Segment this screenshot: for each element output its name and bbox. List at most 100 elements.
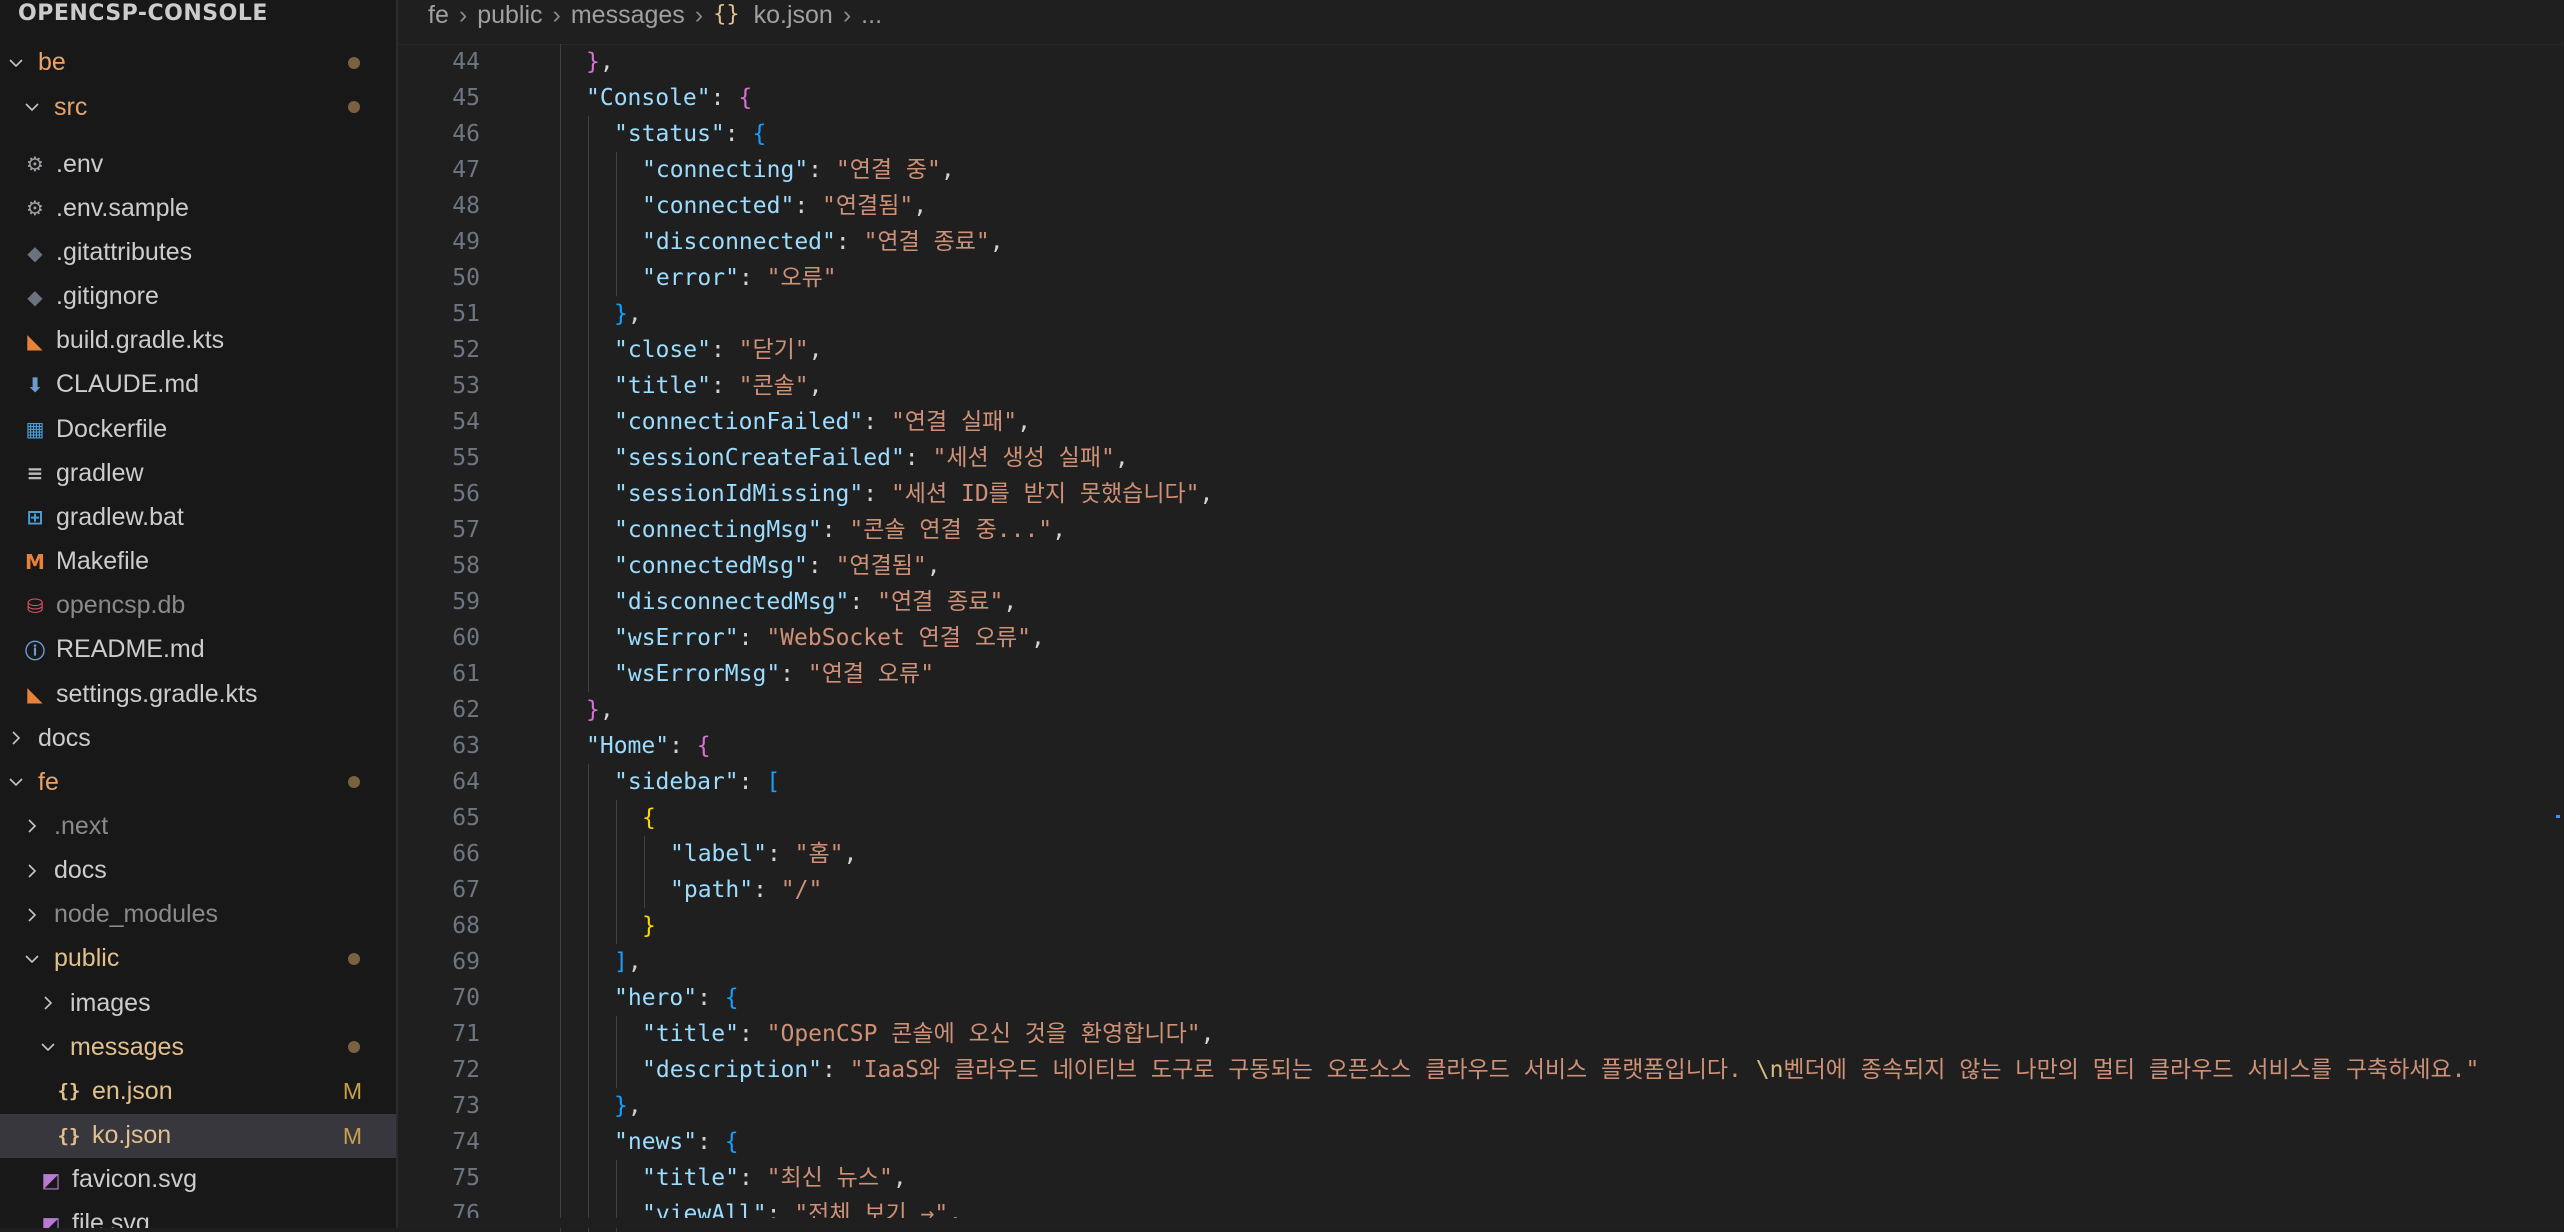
code-text: "connectingMsg": "콘솔 연결 중...", bbox=[614, 512, 1066, 548]
code-line[interactable]: 51}, bbox=[398, 296, 2558, 332]
folder-item[interactable]: node_modules bbox=[0, 893, 396, 937]
code-line[interactable]: 56 "sessionIdMissing": "세션 ID를 받지 못했습니다", bbox=[398, 476, 2558, 512]
folder-item[interactable]: messages bbox=[0, 1025, 396, 1069]
code-line[interactable]: 75 "title": "최신 뉴스", bbox=[398, 1160, 2558, 1196]
code-line[interactable]: 67 "path": "/" bbox=[398, 872, 2558, 908]
chevron-right-icon[interactable] bbox=[8, 730, 24, 746]
indent-guide bbox=[560, 80, 561, 116]
code-line[interactable]: 64 "sidebar": [ bbox=[398, 764, 2558, 800]
kotlin-icon: ◣ bbox=[27, 682, 43, 707]
breadcrumb-fe[interactable]: fe bbox=[428, 0, 449, 30]
chevron-right-icon[interactable] bbox=[40, 995, 56, 1011]
file-item[interactable]: {} en.json M bbox=[0, 1069, 396, 1113]
code-token: "OpenCSP 콘솔에 오신 것을 환영합니다" bbox=[766, 1021, 1201, 1047]
indent-guide bbox=[560, 224, 561, 260]
file-item[interactable]: ⓘ README.md bbox=[0, 628, 396, 672]
code-line[interactable]: 48 "connected": "연결됨", bbox=[398, 188, 2558, 224]
horizontal-scrollbar[interactable] bbox=[398, 1218, 2564, 1228]
indent-guide bbox=[616, 1016, 617, 1052]
file-item[interactable]: ≡ gradlew bbox=[0, 451, 396, 495]
chevron-down-icon[interactable] bbox=[24, 951, 40, 967]
chevron-right-icon[interactable] bbox=[24, 907, 40, 923]
folder-item[interactable]: docs bbox=[0, 716, 396, 760]
code-line[interactable]: 74 "news": { bbox=[398, 1124, 2558, 1160]
code-line[interactable]: 47 "connecting": "연결 중", bbox=[398, 152, 2558, 188]
indent-guide bbox=[588, 1160, 589, 1196]
code-line[interactable]: 57 "connectingMsg": "콘솔 연결 중...", bbox=[398, 512, 2558, 548]
file-item[interactable]: ◣ build.gradle.kts bbox=[0, 319, 396, 363]
folder-item[interactable]: images bbox=[0, 981, 396, 1025]
indent-guide bbox=[588, 1016, 589, 1052]
indent-guide bbox=[560, 332, 561, 368]
folder-item[interactable]: be bbox=[0, 41, 396, 85]
code-line[interactable]: 58 "connectedMsg": "연결됨", bbox=[398, 548, 2558, 584]
code-line[interactable]: 61 "wsErrorMsg": "연결 오류" bbox=[398, 656, 2558, 692]
file-item[interactable]: ⬇ CLAUDE.md bbox=[0, 363, 396, 407]
breadcrumb-public[interactable]: public bbox=[477, 0, 542, 30]
tree-item-label: gradlew bbox=[56, 458, 144, 487]
line-number: 55 bbox=[452, 445, 480, 471]
code-text: "sessionCreateFailed": "세션 생성 실패", bbox=[614, 440, 1129, 476]
file-item[interactable]: ⛁ opencsp.db bbox=[0, 584, 396, 628]
file-item[interactable]: ⊞ gradlew.bat bbox=[0, 495, 396, 539]
code-line[interactable]: 55 "sessionCreateFailed": "세션 생성 실패", bbox=[398, 440, 2558, 476]
folder-item[interactable]: fe bbox=[0, 760, 396, 804]
breadcrumb-messages[interactable]: messages bbox=[571, 0, 685, 30]
code-line[interactable]: 53 "title": "콘솔", bbox=[398, 368, 2558, 404]
chevron-down-icon[interactable] bbox=[24, 99, 40, 115]
code-line[interactable]: 59 "disconnectedMsg": "연결 종료", bbox=[398, 584, 2558, 620]
code-line[interactable]: 68} bbox=[398, 908, 2558, 944]
folder-item[interactable]: public bbox=[0, 937, 396, 981]
indent-guide bbox=[588, 476, 589, 512]
line-number: 48 bbox=[452, 193, 480, 219]
code-line[interactable]: 72 "description": "IaaS와 클라우드 네이티브 도구로 구동… bbox=[398, 1052, 2558, 1088]
code-line[interactable]: 73}, bbox=[398, 1088, 2558, 1124]
indent-guide bbox=[588, 764, 589, 800]
file-item[interactable]: ◩ file.svg bbox=[0, 1202, 396, 1228]
file-item[interactable]: ▦ Dockerfile bbox=[0, 407, 396, 451]
chevron-down-icon[interactable] bbox=[40, 1039, 56, 1055]
file-item[interactable]: ◆ .gitignore bbox=[0, 275, 396, 319]
breadcrumb-file[interactable]: ko.json bbox=[754, 0, 833, 30]
breadcrumb-symbols[interactable]: ... bbox=[861, 0, 882, 30]
line-number: 51 bbox=[452, 301, 480, 327]
indent-guide bbox=[616, 872, 617, 908]
folder-item[interactable]: .next bbox=[0, 804, 396, 848]
code-line[interactable]: 46 "status": { bbox=[398, 116, 2558, 152]
file-item[interactable]: ◩ favicon.svg bbox=[0, 1158, 396, 1202]
line-number: 47 bbox=[452, 157, 480, 183]
code-token: 벤더에 종속되지 않는 나만의 멀티 클라우드 서비스를 구축하세요." bbox=[1783, 1057, 2480, 1083]
code-line[interactable]: 45 "Console": { bbox=[398, 80, 2558, 116]
code-line[interactable]: 65 { bbox=[398, 800, 2558, 836]
indent-guide bbox=[560, 548, 561, 584]
folder-item[interactable]: docs bbox=[0, 849, 396, 893]
chevron-down-icon[interactable] bbox=[8, 55, 24, 71]
code-line[interactable]: 49 "disconnected": "연결 종료", bbox=[398, 224, 2558, 260]
code-line[interactable]: 62}, bbox=[398, 692, 2558, 728]
code-token: : bbox=[738, 1021, 767, 1047]
chevron-down-icon[interactable] bbox=[8, 774, 24, 790]
code-line[interactable]: 63 "Home": { bbox=[398, 728, 2558, 764]
tree-item-label: README.md bbox=[56, 635, 205, 664]
code-line[interactable]: 69], bbox=[398, 944, 2558, 980]
line-number: 67 bbox=[452, 877, 480, 903]
file-item[interactable]: {} ko.json M bbox=[0, 1113, 396, 1158]
code-line[interactable]: 54 "connectionFailed": "연결 실패", bbox=[398, 404, 2558, 440]
code-token: "title" bbox=[614, 373, 711, 399]
file-item[interactable]: ◣ settings.gradle.kts bbox=[0, 672, 396, 716]
file-item[interactable]: ⚙ .env.sample bbox=[0, 186, 396, 230]
chevron-right-icon[interactable] bbox=[24, 818, 40, 834]
code-line[interactable]: 71 "title": "OpenCSP 콘솔에 오신 것을 환영합니다", bbox=[398, 1016, 2558, 1052]
code-line[interactable]: 50 "error": "오류" bbox=[398, 260, 2558, 296]
file-item[interactable]: ⚙ .env bbox=[0, 142, 396, 186]
file-item[interactable]: ◆ .gitattributes bbox=[0, 231, 396, 275]
code-line[interactable]: 70 "hero": { bbox=[398, 980, 2558, 1016]
code-line[interactable]: 66 "label": "홈", bbox=[398, 836, 2558, 872]
file-item[interactable]: M Makefile bbox=[0, 540, 396, 584]
chevron-right-icon[interactable] bbox=[24, 863, 40, 879]
indent-guide bbox=[588, 404, 589, 440]
code-line[interactable]: 52 "close": "닫기", bbox=[398, 332, 2558, 368]
code-line[interactable]: 60 "wsError": "WebSocket 연결 오류", bbox=[398, 620, 2558, 656]
folder-item[interactable]: src bbox=[0, 85, 396, 129]
code-line[interactable]: 44}, bbox=[398, 44, 2558, 80]
